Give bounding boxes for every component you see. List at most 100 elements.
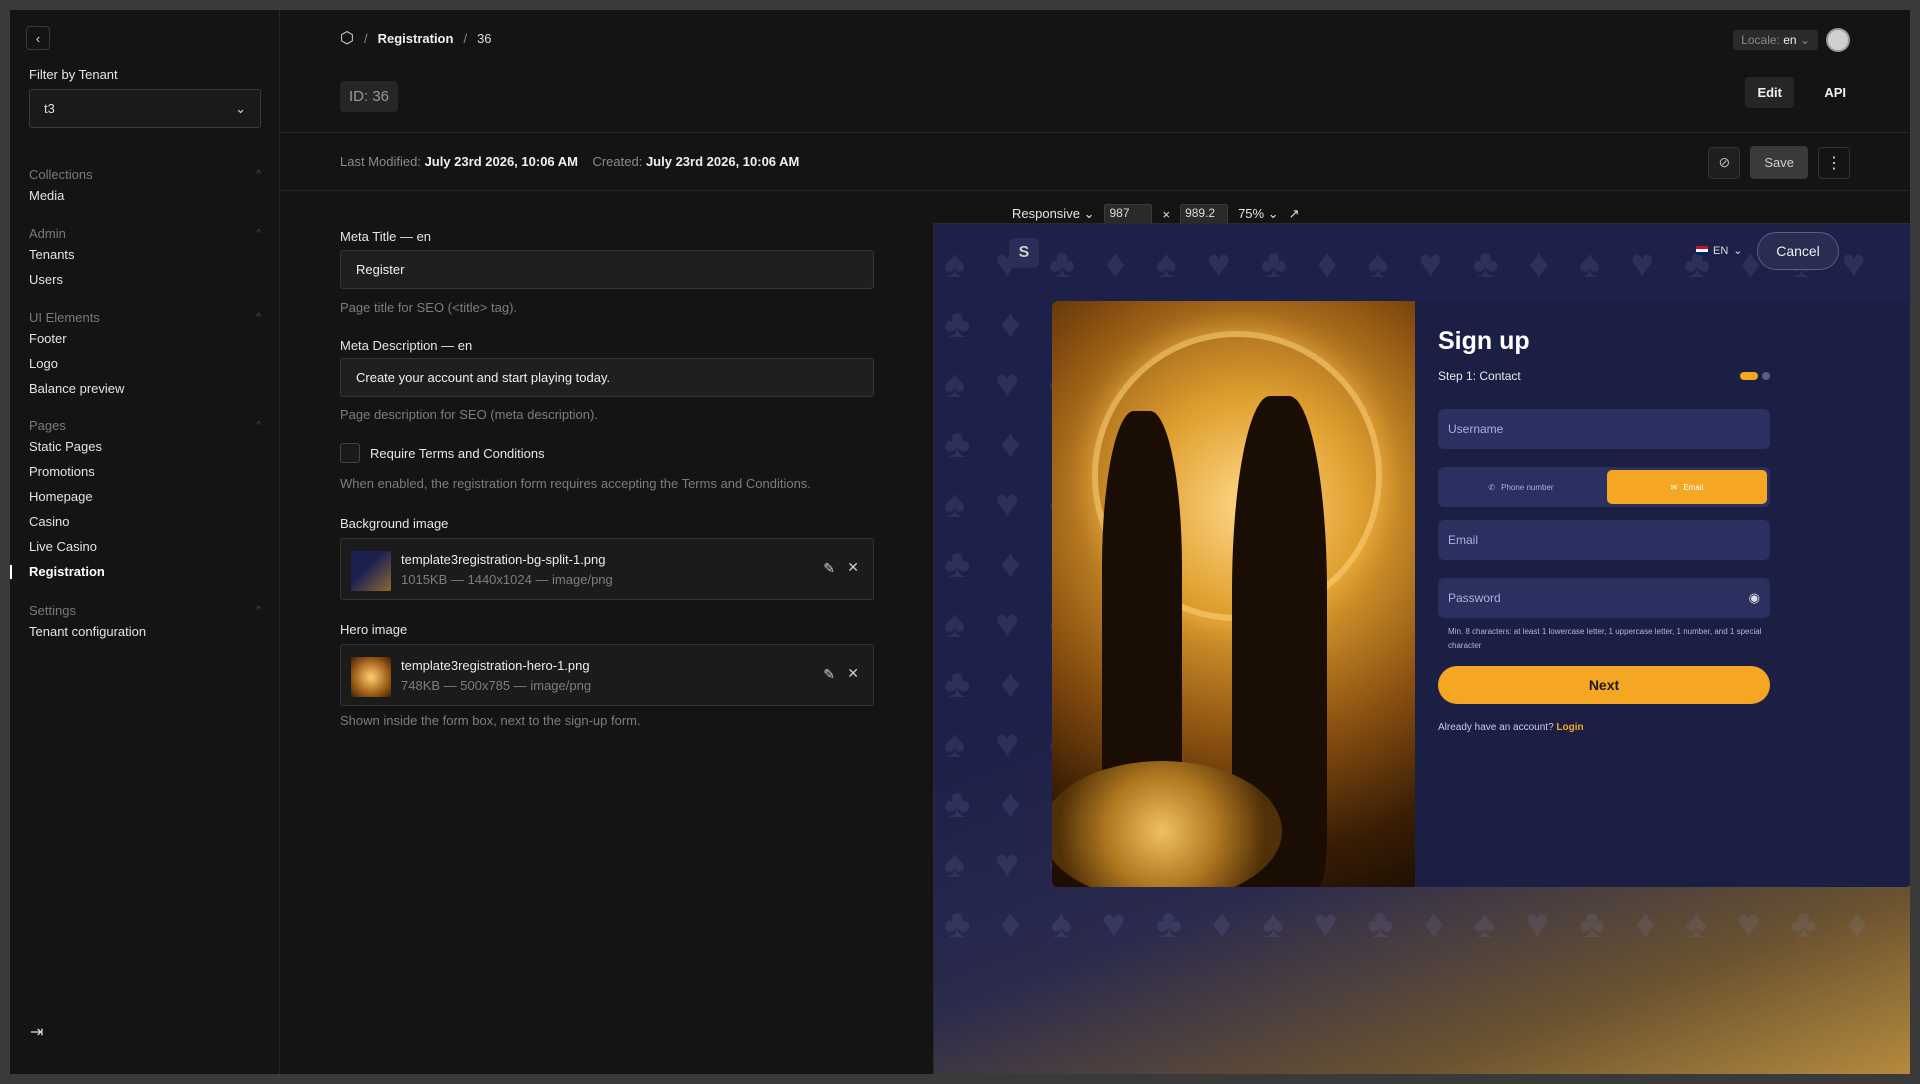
require-terms-checkbox[interactable] xyxy=(340,443,360,463)
meta-title-input[interactable]: Register xyxy=(340,250,874,289)
divider xyxy=(280,190,1910,191)
chevron-up-icon: ^ xyxy=(256,311,261,323)
hero-image-label: Hero image xyxy=(340,622,408,637)
brand-logo-icon[interactable]: S xyxy=(1009,238,1039,268)
next-button[interactable]: Next xyxy=(1438,666,1770,704)
close-icon[interactable]: ✕ xyxy=(847,665,859,682)
breadcrumb-registration[interactable]: Registration xyxy=(378,31,454,46)
nav-group-header[interactable]: Collections ^ xyxy=(29,165,261,183)
email-option[interactable]: ✉ Email xyxy=(1607,470,1767,504)
cancel-button[interactable]: Cancel xyxy=(1757,232,1839,270)
sidebar-item-casino[interactable]: Casino xyxy=(29,509,261,534)
meta-description-textarea[interactable]: Create your account and start playing to… xyxy=(340,358,874,397)
breadcrumb-separator: / xyxy=(363,30,368,46)
viewport-height-input[interactable]: 989.2 xyxy=(1180,204,1229,224)
sidebar-item-promotions[interactable]: Promotions xyxy=(29,459,261,484)
username-input[interactable]: Username xyxy=(1438,409,1770,449)
hero-image xyxy=(1052,301,1415,887)
password-input[interactable]: Password ◉ xyxy=(1438,578,1770,618)
sidebar-item-tenant-configuration[interactable]: Tenant configuration xyxy=(29,619,261,644)
step-label: Step 1: Contact xyxy=(1438,369,1521,383)
require-terms-hint: When enabled, the registration form requ… xyxy=(340,476,811,491)
top-right-controls: Locale: en ⌄ xyxy=(1733,28,1850,52)
file-name[interactable]: template3registration-hero-1.png xyxy=(401,658,590,673)
nav-group-header[interactable]: Admin ^ xyxy=(29,224,261,242)
tab-edit[interactable]: Edit xyxy=(1745,77,1794,108)
file-info: 748KB — 500x785 — image/png xyxy=(401,678,592,693)
sidebar-item-footer[interactable]: Footer xyxy=(29,326,261,351)
email-input[interactable]: Email xyxy=(1438,520,1770,560)
chevron-down-icon: ⌄ xyxy=(1267,206,1279,221)
hero-image-thumbnail xyxy=(351,657,391,697)
chevron-up-icon: ^ xyxy=(256,168,261,180)
nav-group-collections: Collections ^ Media xyxy=(29,165,261,208)
sidebar-item-balance-preview[interactable]: Balance preview xyxy=(29,376,261,401)
edit-icon[interactable]: ✎ xyxy=(823,666,835,683)
password-hint: Min. 8 characters: at least 1 lowercase … xyxy=(1448,627,1762,650)
breadcrumb-id: 36 xyxy=(477,30,492,46)
file-name[interactable]: template3registration-bg-split-1.png xyxy=(401,552,606,567)
chevron-up-icon: ^ xyxy=(256,227,261,239)
zoom-select[interactable]: 75% ⌄ xyxy=(1238,206,1279,222)
edit-icon[interactable]: ✎ xyxy=(823,560,835,577)
signup-title: Sign up xyxy=(1438,327,1530,355)
sidebar-item-logo[interactable]: Logo xyxy=(29,351,261,376)
sidebar-item-static-pages[interactable]: Static Pages xyxy=(29,434,261,459)
chevron-down-icon: ⌄ xyxy=(235,100,246,116)
sidebar-item-media[interactable]: Media xyxy=(29,183,261,208)
document-actions: ⊘ Save ⋮ xyxy=(1708,146,1850,179)
login-link[interactable]: Login xyxy=(1556,722,1583,733)
nav-group-ui-elements: UI Elements ^ Footer Logo Balance preview xyxy=(29,308,261,401)
app-window: ‹ Filter by Tenant t3 ⌄ Collections ^ Med… xyxy=(10,10,1910,1074)
breadcrumb-separator: / xyxy=(463,30,468,46)
more-options-icon[interactable]: ⋮ xyxy=(1818,146,1850,179)
sidebar-item-homepage[interactable]: Homepage xyxy=(29,484,261,509)
sidebar-item-tenants[interactable]: Tenants xyxy=(29,242,261,267)
hero-image-hint: Shown inside the form box, next to the s… xyxy=(340,713,641,728)
mail-icon: ✉ xyxy=(1670,482,1678,492)
chevron-down-icon: ⌄ xyxy=(1083,206,1095,221)
language-select[interactable]: EN ⌄ xyxy=(1696,244,1743,257)
avatar[interactable] xyxy=(1826,28,1850,52)
nav-group-header[interactable]: Pages ^ xyxy=(29,416,261,434)
uk-flag-icon xyxy=(1696,246,1708,255)
nav-group-header[interactable]: Settings ^ xyxy=(29,601,261,619)
nav-group-header[interactable]: UI Elements ^ xyxy=(29,308,261,326)
document-meta: Last Modified: July 23rd 2026, 10:06 AM … xyxy=(340,154,800,169)
file-info: 1015KB — 1440x1024 — image/png xyxy=(401,572,613,587)
viewport-mode-select[interactable]: Responsive ⌄ xyxy=(1012,206,1094,222)
chevron-down-icon: ⌄ xyxy=(1733,245,1743,257)
eye-off-icon[interactable]: ⊘ xyxy=(1708,146,1741,179)
sidebar-item-registration[interactable]: Registration xyxy=(10,559,261,584)
phone-number-option[interactable]: ✆ Phone number xyxy=(1441,470,1601,504)
locale-select[interactable]: Locale: en ⌄ xyxy=(1733,30,1818,50)
woman-silhouette-left xyxy=(1102,411,1182,801)
preview-toolbar: Responsive ⌄ 987 × 989.2 75% ⌄ ↗ xyxy=(1012,204,1300,224)
background-image-label: Background image xyxy=(340,516,449,531)
filter-label: Filter by Tenant xyxy=(29,67,118,82)
eye-icon[interactable]: ◉ xyxy=(1749,590,1760,606)
meta-description-hint: Page description for SEO (meta descripti… xyxy=(340,407,598,422)
external-link-icon[interactable]: ↗ xyxy=(1289,206,1300,222)
nav-group-pages: Pages ^ Static Pages Promotions Homepage … xyxy=(10,416,261,584)
meta-title-label: Meta Title — en xyxy=(340,229,432,244)
meta-description-label: Meta Description — en xyxy=(340,338,473,353)
sidebar-item-users[interactable]: Users xyxy=(29,267,261,292)
phone-icon: ✆ xyxy=(1488,482,1496,492)
background-image-upload: template3registration-bg-split-1.png 101… xyxy=(340,538,874,600)
have-account-text: Already have an account? Login xyxy=(1438,722,1584,733)
tab-api[interactable]: API xyxy=(1824,85,1846,100)
id-badge: ID: 36 xyxy=(340,81,399,112)
save-button[interactable]: Save xyxy=(1750,146,1808,179)
home-logo-icon[interactable]: ⬡ xyxy=(340,28,354,48)
nav-group-settings: Settings ^ Tenant configuration xyxy=(29,601,261,644)
close-icon[interactable]: ✕ xyxy=(847,559,859,576)
divider xyxy=(280,132,1910,133)
collapse-sidebar-button[interactable]: ‹ xyxy=(26,26,50,50)
hero-image-upload: template3registration-hero-1.png 748KB —… xyxy=(340,644,874,706)
sidebar-item-live-casino[interactable]: Live Casino xyxy=(29,534,261,559)
viewport-width-input[interactable]: 987 xyxy=(1104,204,1153,224)
logout-icon[interactable]: ⇥ xyxy=(30,1022,43,1042)
step-indicator xyxy=(1740,372,1770,380)
tenant-select[interactable]: t3 ⌄ xyxy=(29,89,261,128)
